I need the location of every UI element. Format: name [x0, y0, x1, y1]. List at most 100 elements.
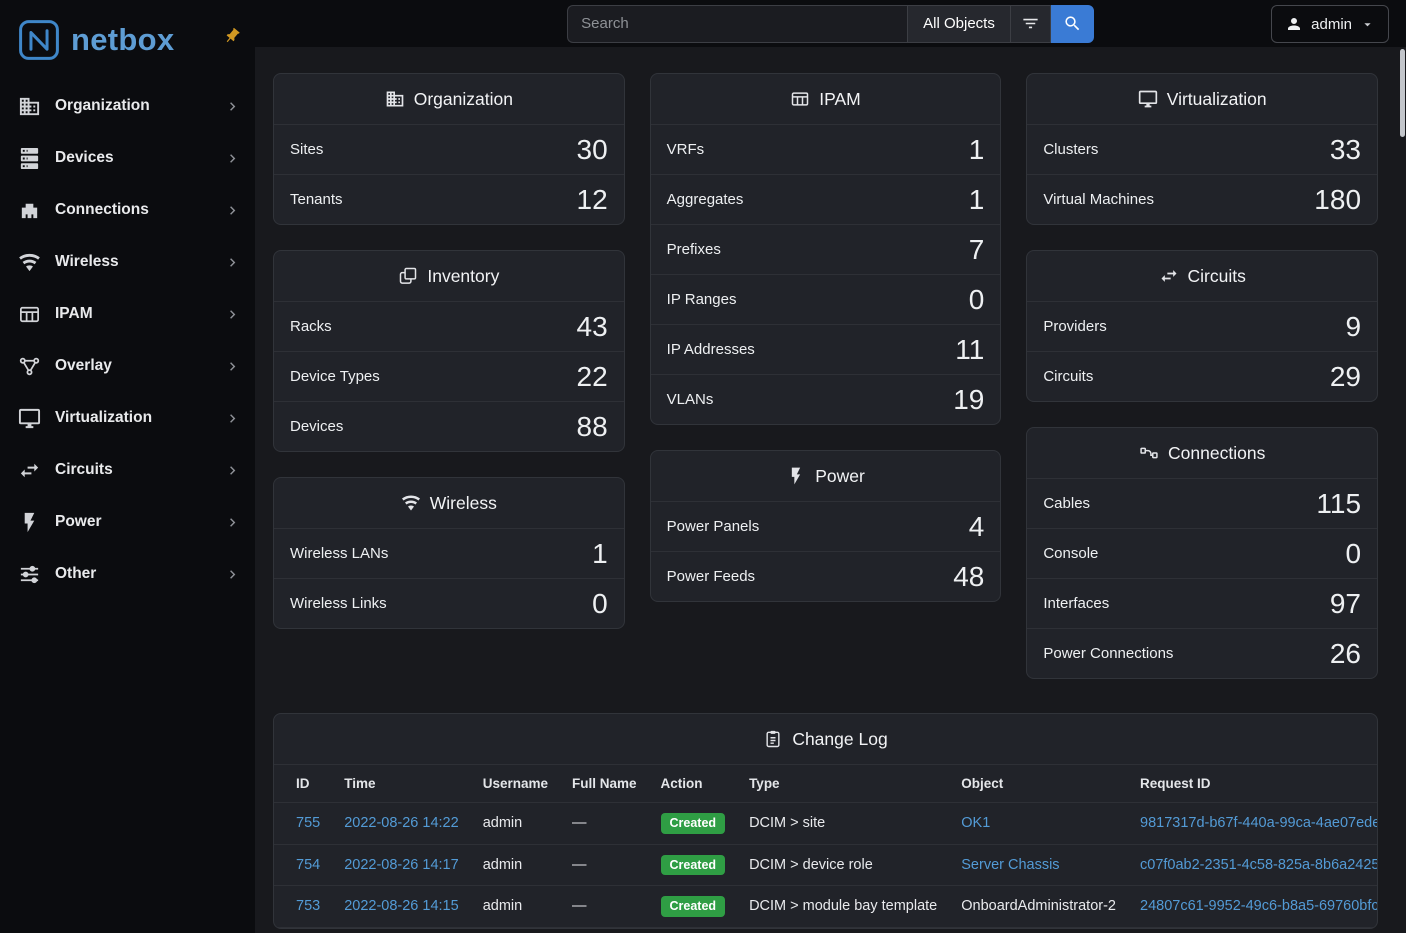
- stat-label[interactable]: Providers: [1043, 318, 1106, 335]
- stat-value[interactable]: 22: [577, 363, 608, 391]
- request-id-link[interactable]: 24807c61-9952-49c6-b8a5-69760bfcc4b3: [1140, 898, 1378, 914]
- column-header-time[interactable]: Time: [332, 765, 471, 803]
- change-type: DCIM > device role: [749, 857, 873, 873]
- stat-value[interactable]: 0: [969, 286, 985, 314]
- stat-row-power-panels: Power Panels 4: [651, 501, 1001, 551]
- stat-value[interactable]: 0: [1345, 540, 1361, 568]
- change-time-link[interactable]: 2022-08-26 14:22: [344, 815, 459, 831]
- object-type-dropdown[interactable]: All Objects: [907, 5, 1011, 43]
- card-wireless: Wireless Wireless LANs 1 Wireless Links …: [273, 477, 625, 629]
- stat-label[interactable]: Wireless Links: [290, 595, 387, 612]
- change-id-link[interactable]: 753: [296, 898, 320, 914]
- stat-value[interactable]: 19: [953, 386, 984, 414]
- netbox-logo-icon[interactable]: [16, 17, 62, 63]
- stat-value[interactable]: 1: [592, 540, 608, 568]
- sidebar-item-label: Other: [55, 565, 224, 583]
- card-header: Circuits: [1027, 251, 1377, 301]
- change-time-link[interactable]: 2022-08-26 14:17: [344, 857, 459, 873]
- stat-label[interactable]: Power Connections: [1043, 645, 1173, 662]
- column-header-request-id[interactable]: Request ID: [1128, 765, 1378, 803]
- stat-value[interactable]: 11: [955, 336, 984, 364]
- stat-label[interactable]: Cables: [1043, 495, 1090, 512]
- stat-label[interactable]: Devices: [290, 418, 343, 435]
- sidebar-item-wireless[interactable]: Wireless: [0, 236, 255, 288]
- stat-label[interactable]: Device Types: [290, 368, 380, 385]
- stat-label[interactable]: Circuits: [1043, 368, 1093, 385]
- stat-label[interactable]: Sites: [290, 141, 323, 158]
- stat-value[interactable]: 1: [969, 136, 985, 164]
- changelog-row: 755 2022-08-26 14:22 admin — Created DCI…: [274, 803, 1378, 845]
- sidebar-item-label: Overlay: [55, 357, 224, 375]
- request-id-link[interactable]: 9817317d-b67f-440a-99ca-4ae07ede94df: [1140, 815, 1378, 831]
- pin-sidebar-icon[interactable]: [223, 27, 241, 45]
- sidebar-item-other[interactable]: Other: [0, 548, 255, 600]
- sidebar-item-virtualization[interactable]: Virtualization: [0, 392, 255, 444]
- stat-value[interactable]: 115: [1316, 490, 1361, 518]
- column-header-object[interactable]: Object: [949, 765, 1128, 803]
- brand-name[interactable]: netbox: [71, 22, 174, 58]
- stat-label[interactable]: Power Feeds: [667, 568, 755, 585]
- stat-label[interactable]: VLANs: [667, 391, 714, 408]
- stat-label[interactable]: Interfaces: [1043, 595, 1109, 612]
- sidebar-item-overlay[interactable]: Overlay: [0, 340, 255, 392]
- stat-value[interactable]: 12: [577, 186, 608, 214]
- column-3: Virtualization Clusters 33 Virtual Machi…: [1026, 73, 1378, 679]
- column-header-action[interactable]: Action: [649, 765, 738, 803]
- card-organization: Organization Sites 30 Tenants 12: [273, 73, 625, 225]
- stat-value[interactable]: 97: [1330, 590, 1361, 618]
- column-header-username[interactable]: Username: [471, 765, 560, 803]
- stat-label[interactable]: Racks: [290, 318, 332, 335]
- stat-label[interactable]: Clusters: [1043, 141, 1098, 158]
- stat-value[interactable]: 30: [577, 136, 608, 164]
- search-button[interactable]: [1051, 5, 1094, 43]
- change-object-link[interactable]: OK1: [961, 815, 990, 831]
- sidebar-item-ipam[interactable]: IPAM: [0, 288, 255, 340]
- change-object-link[interactable]: Server Chassis: [961, 857, 1059, 873]
- stat-row-clusters: Clusters 33: [1027, 124, 1377, 174]
- stat-value[interactable]: 4: [969, 513, 985, 541]
- user-menu-button[interactable]: admin: [1271, 5, 1389, 43]
- stat-label[interactable]: VRFs: [667, 141, 705, 158]
- stat-value[interactable]: 7: [969, 236, 985, 264]
- scrollbar-thumb[interactable]: [1400, 49, 1405, 137]
- sidebar-item-power[interactable]: Power: [0, 496, 255, 548]
- stat-label[interactable]: Console: [1043, 545, 1098, 562]
- sidebar-item-label: Connections: [55, 201, 224, 219]
- stat-row-device-types: Device Types 22: [274, 351, 624, 401]
- stat-value[interactable]: 0: [592, 590, 608, 618]
- column-header-id[interactable]: ID: [274, 765, 332, 803]
- stat-value[interactable]: 48: [953, 563, 984, 591]
- sidebar-item-devices[interactable]: Devices: [0, 132, 255, 184]
- column-header-full-name[interactable]: Full Name: [560, 765, 649, 803]
- stat-label[interactable]: Tenants: [290, 191, 343, 208]
- stat-value[interactable]: 33: [1330, 136, 1361, 164]
- stat-label[interactable]: Aggregates: [667, 191, 744, 208]
- stat-value[interactable]: 43: [577, 313, 608, 341]
- change-id-link[interactable]: 754: [296, 857, 320, 873]
- stat-label[interactable]: Power Panels: [667, 518, 760, 535]
- sidebar-item-circuits[interactable]: Circuits: [0, 444, 255, 496]
- stat-value[interactable]: 180: [1314, 186, 1361, 214]
- card-header: Inventory: [274, 251, 624, 301]
- sidebar-item-organization[interactable]: Organization: [0, 80, 255, 132]
- request-id-link[interactable]: c07f0ab2-2351-4c58-825a-8b6a2425a1ab: [1140, 857, 1378, 873]
- sidebar-item-connections[interactable]: Connections: [0, 184, 255, 236]
- change-id-link[interactable]: 755: [296, 815, 320, 831]
- stat-value[interactable]: 1: [969, 186, 985, 214]
- stat-label[interactable]: Wireless LANs: [290, 545, 388, 562]
- change-time-link[interactable]: 2022-08-26 14:15: [344, 898, 459, 914]
- stat-label[interactable]: IP Addresses: [667, 341, 755, 358]
- stat-value[interactable]: 29: [1330, 363, 1361, 391]
- filter-button[interactable]: [1011, 5, 1051, 43]
- stat-value[interactable]: 9: [1345, 313, 1361, 341]
- stat-label[interactable]: IP Ranges: [667, 291, 737, 308]
- stat-label[interactable]: Virtual Machines: [1043, 191, 1154, 208]
- search-input[interactable]: [567, 5, 907, 43]
- column-header-type[interactable]: Type: [737, 765, 949, 803]
- change-username: admin: [483, 815, 523, 831]
- sidebar-nav: Organization Devices Connections Wireles…: [0, 80, 255, 600]
- stat-value[interactable]: 26: [1330, 640, 1361, 668]
- stat-value[interactable]: 88: [577, 413, 608, 441]
- sidebar: netbox Organization Devices Connections …: [0, 0, 255, 933]
- stat-label[interactable]: Prefixes: [667, 241, 721, 258]
